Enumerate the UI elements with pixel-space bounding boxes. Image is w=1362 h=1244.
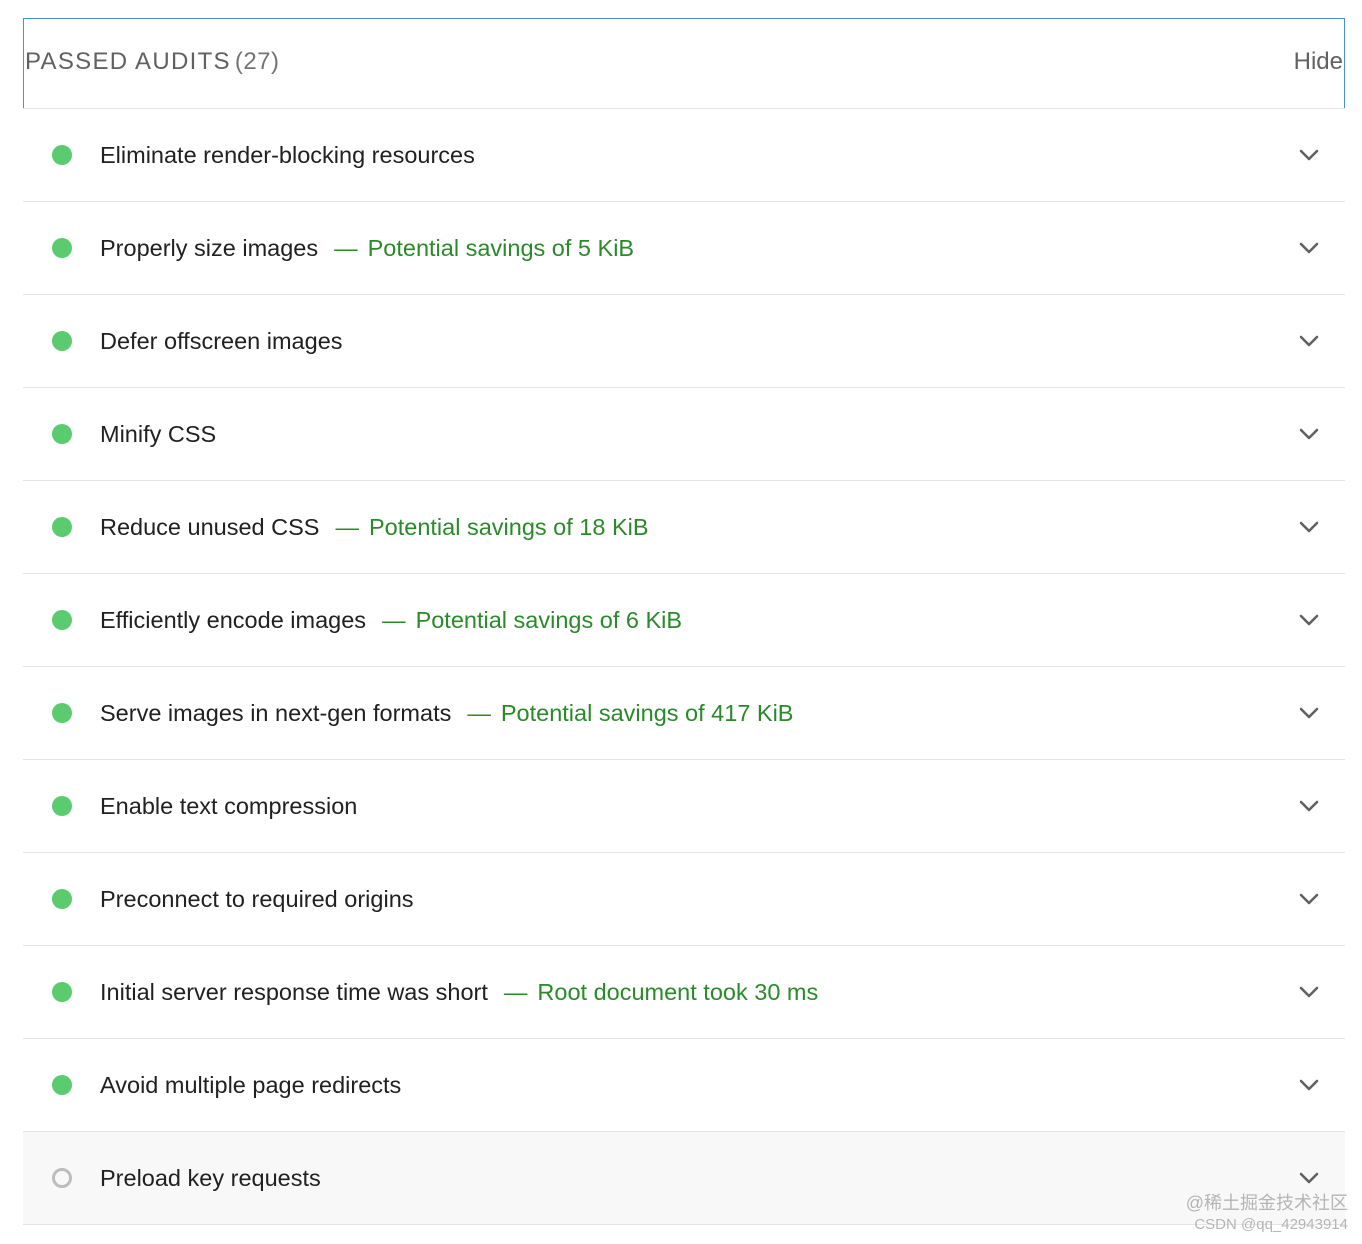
audit-title: Eliminate render-blocking resources [100, 141, 475, 168]
audit-row[interactable]: Avoid multiple page redirects [23, 1039, 1345, 1132]
audit-text: Avoid multiple page redirects [100, 1072, 401, 1099]
audit-title: Preconnect to required origins [100, 885, 414, 912]
audit-separator: — [503, 978, 528, 1005]
audit-row[interactable]: Defer offscreen images [23, 295, 1345, 388]
audit-text: Minify CSS [100, 421, 216, 448]
audit-row[interactable]: Initial server response time was short — R… [23, 946, 1345, 1039]
audit-row[interactable]: Eliminate render-blocking resources [23, 109, 1345, 202]
green-dot-icon [52, 145, 72, 165]
chevron-down-icon[interactable] [1299, 800, 1319, 812]
audit-separator: — [382, 606, 406, 633]
audit-text: Initial server response time was short — R… [100, 979, 818, 1006]
green-dot-icon [52, 610, 72, 630]
chevron-down-icon[interactable] [1299, 428, 1319, 440]
green-dot-icon [52, 331, 72, 351]
audit-text: Preload key requests [100, 1165, 321, 1192]
watermark-line-2: CSDN @qq_42943914 [1194, 1216, 1348, 1233]
group-title: PASSED AUDITS (27) [25, 48, 280, 76]
chevron-down-icon[interactable] [1299, 893, 1319, 905]
audit-title: Minify CSS [100, 420, 217, 447]
chevron-down-icon[interactable] [1299, 986, 1319, 998]
green-dot-icon [52, 703, 72, 723]
audit-text: Efficiently encode images — Potential savi… [100, 607, 682, 634]
audit-text: Eliminate render-blocking resources [100, 142, 475, 169]
green-dot-icon [52, 424, 72, 444]
green-dot-icon [52, 1075, 72, 1095]
audit-separator: — [335, 513, 359, 540]
green-dot-icon [52, 238, 72, 258]
watermark: @稀土掘金技术社区 CSDN @qq_42943914 [1186, 1192, 1348, 1236]
chevron-down-icon[interactable] [1299, 521, 1319, 533]
gray-ring-icon [52, 1168, 72, 1188]
passed-audits-panel: PASSED AUDITS (27) Hide Eliminate render-… [23, 18, 1345, 1225]
audit-row[interactable]: Serve images in next-gen formats — Potenti… [23, 667, 1345, 760]
audit-separator: — [334, 234, 358, 261]
audit-savings: Potential savings of 417 KiB [500, 699, 794, 726]
audit-title: Initial server response time was short [100, 978, 488, 1005]
green-dot-icon [52, 982, 72, 1002]
audit-row[interactable]: Preload key requests [23, 1132, 1345, 1225]
audit-savings: Root document took 30 ms [537, 978, 819, 1005]
audit-savings: Potential savings of 18 KiB [368, 513, 649, 540]
audit-list: Eliminate render-blocking resources Prope… [23, 108, 1345, 1225]
audit-text: Defer offscreen images [100, 328, 343, 355]
audit-row[interactable]: Properly size images — Potential savings o… [23, 202, 1345, 295]
passed-audits-header[interactable]: PASSED AUDITS (27) Hide [23, 18, 1345, 108]
audit-title: Preload key requests [100, 1164, 321, 1191]
audit-title: Serve images in next-gen formats [100, 699, 452, 726]
chevron-down-icon[interactable] [1299, 707, 1319, 719]
audit-row[interactable]: Efficiently encode images — Potential savi… [23, 574, 1345, 667]
chevron-down-icon[interactable] [1299, 149, 1319, 161]
audit-row[interactable]: Enable text compression [23, 760, 1345, 853]
audit-title: Reduce unused CSS [100, 513, 320, 540]
chevron-down-icon[interactable] [1299, 335, 1319, 347]
audit-row[interactable]: Preconnect to required origins [23, 853, 1345, 946]
chevron-down-icon[interactable] [1299, 242, 1319, 254]
audit-title: Properly size images [100, 234, 319, 261]
chevron-down-icon[interactable] [1299, 614, 1319, 626]
audit-text: Enable text compression [100, 793, 357, 820]
group-title-label: PASSED AUDITS [25, 48, 231, 75]
hide-button[interactable]: Hide [1294, 48, 1343, 76]
audit-text: Preconnect to required origins [100, 886, 414, 913]
green-dot-icon [52, 517, 72, 537]
audit-title: Enable text compression [100, 792, 358, 819]
green-dot-icon [52, 796, 72, 816]
chevron-down-icon[interactable] [1299, 1079, 1319, 1091]
audit-separator: — [467, 699, 491, 726]
audit-savings: Potential savings of 5 KiB [367, 234, 635, 261]
audit-row[interactable]: Reduce unused CSS — Potential savings of 1… [23, 481, 1345, 574]
audit-text: Serve images in next-gen formats — Potenti… [100, 700, 794, 727]
watermark-line-1: @稀土掘金技术社区 [1185, 1193, 1348, 1213]
audit-title: Defer offscreen images [100, 327, 343, 354]
green-dot-icon [52, 889, 72, 909]
audit-title: Efficiently encode images [100, 606, 367, 633]
audit-title: Avoid multiple page redirects [100, 1071, 402, 1098]
chevron-down-icon[interactable] [1299, 1172, 1319, 1184]
audit-row[interactable]: Minify CSS [23, 388, 1345, 481]
audit-text: Properly size images — Potential savings o… [100, 235, 634, 262]
audit-text: Reduce unused CSS — Potential savings of 1… [100, 514, 649, 541]
audit-savings: Potential savings of 6 KiB [415, 606, 683, 633]
audit-count: (27) [234, 48, 280, 75]
